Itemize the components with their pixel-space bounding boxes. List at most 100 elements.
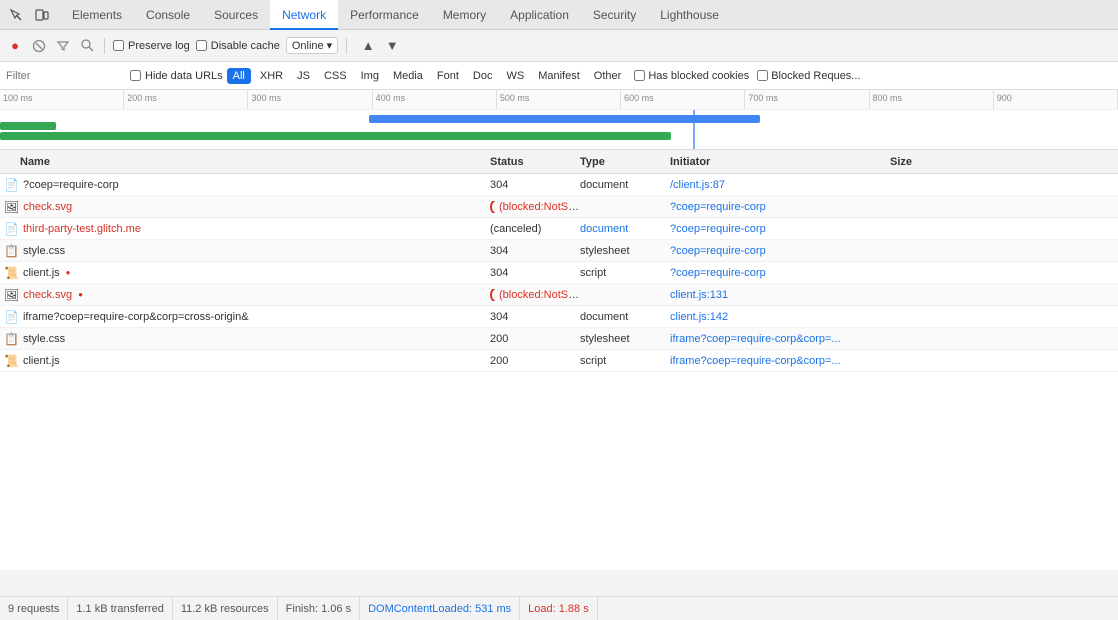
- cell-name: 🖼 check.svg: [0, 200, 490, 214]
- blocked-badge: (blocked:NotSame...: [490, 201, 580, 213]
- cell-name: 📋 style.css: [0, 244, 490, 258]
- tick-300: 300 ms: [248, 90, 372, 109]
- requests-count: 9 requests: [8, 597, 68, 620]
- tab-elements[interactable]: Elements: [60, 0, 134, 30]
- table-row[interactable]: 📜 client.js 200 script iframe?coep=requi…: [0, 350, 1118, 372]
- filter-media-btn[interactable]: Media: [388, 69, 428, 83]
- cell-status: 200: [490, 355, 580, 367]
- devtools-icons: [4, 3, 54, 27]
- dom-content-loaded: DOMContentLoaded: 531 ms: [360, 597, 520, 620]
- filter-icon[interactable]: [54, 37, 72, 55]
- clear-icon[interactable]: [30, 37, 48, 55]
- table-row[interactable]: 🖼 check.svg (blocked:NotSame... ?coep=re…: [0, 196, 1118, 218]
- cell-status: 304: [490, 311, 580, 323]
- disable-cache-checkbox[interactable]: [196, 40, 207, 51]
- filter-ws-btn[interactable]: WS: [501, 69, 529, 83]
- initiator-link[interactable]: iframe?coep=require-corp&corp=...: [670, 355, 841, 367]
- has-blocked-cookies-label[interactable]: Has blocked cookies: [634, 70, 749, 82]
- initiator-link[interactable]: iframe?coep=require-corp&corp=...: [670, 333, 841, 345]
- cell-type: document: [580, 223, 670, 235]
- filter-img-btn[interactable]: Img: [356, 69, 384, 83]
- tab-application[interactable]: Application: [498, 0, 581, 30]
- filter-input[interactable]: [6, 70, 126, 82]
- tab-lighthouse[interactable]: Lighthouse: [648, 0, 731, 30]
- filter-all-btn[interactable]: All: [227, 68, 251, 84]
- js-icon: 📜: [4, 354, 19, 368]
- divider-1: [104, 38, 105, 54]
- cell-initiator: ?coep=require-corp: [670, 201, 890, 213]
- cell-status: 304: [490, 267, 580, 279]
- cell-name: 📜 client.js: [0, 354, 490, 368]
- cell-initiator: ?coep=require-corp: [670, 267, 890, 279]
- table-row[interactable]: 📜 client.js ● 304 script ?coep=require-c…: [0, 262, 1118, 284]
- tab-memory[interactable]: Memory: [431, 0, 498, 30]
- timeline-ruler: 100 ms 200 ms 300 ms 400 ms 500 ms 600 m…: [0, 90, 1118, 110]
- initiator-link[interactable]: client.js:142: [670, 311, 728, 323]
- table-row[interactable]: 📄 iframe?coep=require-corp&corp=cross-or…: [0, 306, 1118, 328]
- preserve-log-checkbox[interactable]: [113, 40, 124, 51]
- has-blocked-cookies-checkbox[interactable]: [634, 70, 645, 81]
- blocked-badge: (blocked:NotSame...: [490, 289, 580, 301]
- doc-icon: 📄: [4, 310, 19, 324]
- preserve-log-label[interactable]: Preserve log: [113, 40, 190, 52]
- timeline: 100 ms 200 ms 300 ms 400 ms 500 ms 600 m…: [0, 90, 1118, 150]
- record-icon[interactable]: ●: [6, 37, 24, 55]
- hide-data-urls-label[interactable]: Hide data URLs: [130, 70, 223, 82]
- filter-manifest-btn[interactable]: Manifest: [533, 69, 585, 83]
- cell-name: 📜 client.js ●: [0, 266, 490, 280]
- tick-100: 100 ms: [0, 90, 124, 109]
- device-toggle-icon[interactable]: [30, 3, 54, 27]
- waterfall-bar-3: [0, 132, 671, 140]
- search-icon[interactable]: [78, 37, 96, 55]
- table-row[interactable]: 📄 ?coep=require-corp 304 document /clien…: [0, 174, 1118, 196]
- header-name: Name: [0, 156, 490, 168]
- filter-font-btn[interactable]: Font: [432, 69, 464, 83]
- cell-name: 📄 iframe?coep=require-corp&corp=cross-or…: [0, 310, 490, 324]
- hide-data-urls-checkbox[interactable]: [130, 70, 141, 81]
- initiator-link[interactable]: ?coep=require-corp: [670, 223, 766, 235]
- filter-css-btn[interactable]: CSS: [319, 69, 352, 83]
- cell-status: 304: [490, 245, 580, 257]
- chevron-down-icon: ▾: [327, 39, 333, 52]
- cell-initiator: iframe?coep=require-corp&corp=...: [670, 355, 890, 367]
- filter-xhr-btn[interactable]: XHR: [255, 69, 288, 83]
- initiator-link[interactable]: ?coep=require-corp: [670, 201, 766, 213]
- filter-js-btn[interactable]: JS: [292, 69, 315, 83]
- initiator-link[interactable]: ?coep=require-corp: [670, 245, 766, 257]
- tick-800: 800 ms: [870, 90, 994, 109]
- svg-icon: 🖼: [4, 200, 19, 214]
- throttle-select[interactable]: Online ▾: [286, 37, 338, 54]
- blocked-requests-label[interactable]: Blocked Reques...: [757, 70, 860, 82]
- table-row[interactable]: 📋 style.css 304 stylesheet ?coep=require…: [0, 240, 1118, 262]
- cell-status: 304: [490, 179, 580, 191]
- tab-console[interactable]: Console: [134, 0, 202, 30]
- download-icon[interactable]: ▼: [383, 37, 401, 55]
- tab-network[interactable]: Network: [270, 0, 338, 30]
- cell-initiator: client.js:131: [670, 289, 890, 301]
- tick-400: 400 ms: [373, 90, 497, 109]
- table-row[interactable]: 📄 third-party-test.glitch.me (canceled) …: [0, 218, 1118, 240]
- tab-security[interactable]: Security: [581, 0, 648, 30]
- filter-doc-btn[interactable]: Doc: [468, 69, 498, 83]
- tab-sources[interactable]: Sources: [202, 0, 270, 30]
- filter-other-btn[interactable]: Other: [589, 69, 627, 83]
- cell-type: document: [580, 179, 670, 191]
- initiator-link[interactable]: /client.js:87: [670, 179, 725, 191]
- inspect-icon[interactable]: [4, 3, 28, 27]
- table-row[interactable]: 🖼 check.svg ● (blocked:NotSame... client…: [0, 284, 1118, 306]
- cell-type: script: [580, 267, 670, 279]
- blocked-requests-checkbox[interactable]: [757, 70, 768, 81]
- timeline-body: [0, 110, 1118, 150]
- svg-icon: 🖼: [4, 288, 19, 302]
- network-table: Name Status Type Initiator Size 📄 ?coep=…: [0, 150, 1118, 570]
- cell-initiator: ?coep=require-corp: [670, 245, 890, 257]
- table-row[interactable]: 📋 style.css 200 stylesheet iframe?coep=r…: [0, 328, 1118, 350]
- upload-icon[interactable]: ▲: [359, 37, 377, 55]
- initiator-link[interactable]: ?coep=require-corp: [670, 267, 766, 279]
- initiator-link[interactable]: client.js:131: [670, 289, 728, 301]
- tab-bar: Elements Console Sources Network Perform…: [0, 0, 1118, 30]
- disable-cache-label[interactable]: Disable cache: [196, 40, 280, 52]
- tab-performance[interactable]: Performance: [338, 0, 431, 30]
- cell-initiator: ?coep=require-corp: [670, 223, 890, 235]
- waterfall-bar-2: [369, 115, 760, 123]
